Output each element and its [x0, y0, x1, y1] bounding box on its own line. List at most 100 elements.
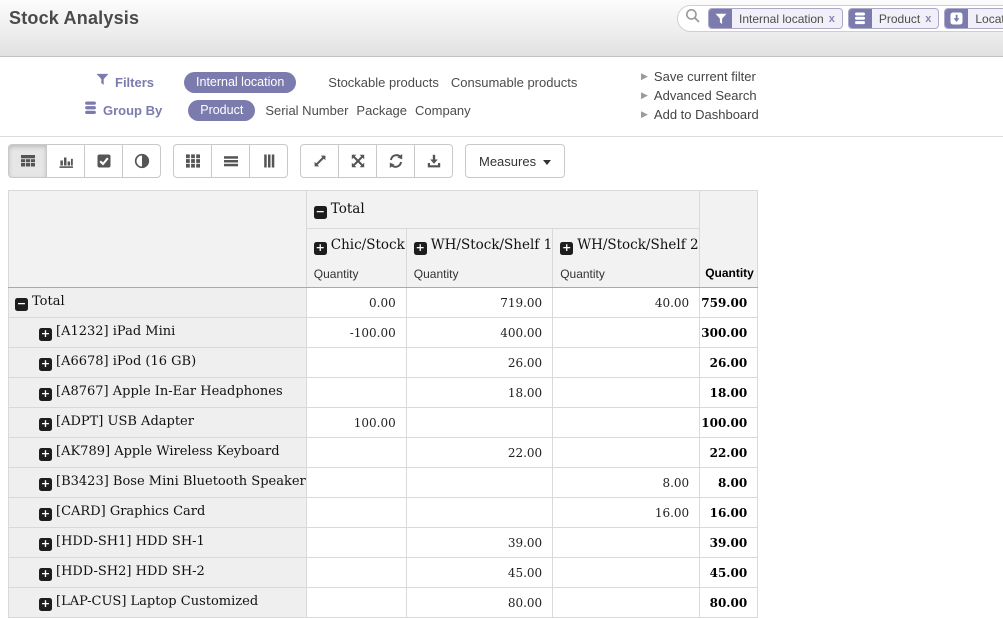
group-by-product[interactable]: Product: [188, 100, 255, 121]
expand-icon[interactable]: +: [414, 242, 427, 255]
search-facet-location[interactable]: Location x: [944, 8, 1003, 29]
pivot-col-group-total[interactable]: −Total: [306, 191, 699, 229]
pivot-cell: [306, 588, 406, 618]
expand-all-button[interactable]: [300, 144, 339, 178]
expand-icon[interactable]: +: [560, 242, 573, 255]
measure-header[interactable]: Quantity: [406, 262, 552, 288]
save-current-filter[interactable]: ▶ Save current filter: [641, 67, 759, 86]
measure-header[interactable]: Quantity: [553, 262, 700, 288]
vertical-bars-button[interactable]: [249, 144, 288, 178]
collapse-icon[interactable]: −: [15, 298, 28, 311]
pivot-row-header[interactable]: +[CARD] Graphics Card: [9, 498, 307, 528]
pivot-cell: [306, 468, 406, 498]
pivot-col-header-chic-stock[interactable]: +Chic/Stock: [306, 229, 406, 262]
pivot-cell: [553, 348, 700, 378]
pivot-cell: [553, 438, 700, 468]
column-group-icon: [945, 9, 968, 28]
expand-icon[interactable]: +: [39, 508, 52, 521]
measures-dropdown-button[interactable]: Measures: [465, 144, 565, 178]
expand-icon[interactable]: +: [39, 598, 52, 611]
refresh-button[interactable]: [376, 144, 415, 178]
download-button[interactable]: [414, 144, 453, 178]
pivot-table: −Total Quantity +Chic/Stock +WH/Stock/Sh…: [8, 190, 758, 618]
group-by-section-label: Group By: [103, 103, 162, 118]
pivot-row: +[CARD] Graphics Card 16.00 16.00: [9, 498, 758, 528]
grid-icon: [185, 153, 201, 169]
pivot-total-cell: 18.00: [700, 378, 758, 408]
bar-chart-view-button[interactable]: [46, 144, 85, 178]
expand-icon[interactable]: +: [39, 478, 52, 491]
add-to-dashboard[interactable]: ▶ Add to Dashboard: [641, 105, 759, 124]
horizontal-bars-button[interactable]: [211, 144, 250, 178]
expand-icon[interactable]: +: [39, 358, 52, 371]
advanced-search[interactable]: ▶ Advanced Search: [641, 86, 759, 105]
pivot-total-column-header[interactable]: Quantity: [700, 191, 758, 288]
pivot-row-header[interactable]: +[LAP-CUS] Laptop Customized: [9, 588, 307, 618]
pivot-row: +[HDD-SH1] HDD SH-1 39.00 39.00: [9, 528, 758, 558]
pivot-cell: [306, 438, 406, 468]
measure-header[interactable]: Quantity: [306, 262, 406, 288]
flip-axis-button[interactable]: [338, 144, 377, 178]
pivot-row-header[interactable]: +[HDD-SH1] HDD SH-1: [9, 528, 307, 558]
group-by-serial-number[interactable]: Serial Number: [265, 103, 348, 118]
pivot-row-header[interactable]: +[A8767] Apple In-Ear Headphones: [9, 378, 307, 408]
expand-icon[interactable]: +: [39, 568, 52, 581]
facet-remove-button[interactable]: x: [925, 13, 931, 25]
pivot-row-header[interactable]: +[HDD-SH2] HDD SH-2: [9, 558, 307, 588]
pivot-cell: [406, 408, 552, 438]
table-view-icon: [20, 153, 36, 169]
pivot-cell: 400.00: [406, 318, 552, 348]
filter-stockable-products[interactable]: Stockable products: [328, 75, 439, 90]
pivot-total-cell: 22.00: [700, 438, 758, 468]
adjust-contrast-button[interactable]: [122, 144, 161, 178]
expand-icon[interactable]: +: [39, 448, 52, 461]
expand-icon[interactable]: +: [39, 418, 52, 431]
pivot-total-cell: 759.00: [700, 288, 758, 318]
pivot-cell: [306, 378, 406, 408]
collapse-icon[interactable]: −: [314, 206, 327, 219]
expand-icon[interactable]: +: [39, 328, 52, 341]
search-facet-internal-location[interactable]: Internal location x: [708, 8, 843, 29]
pivot-cell: [306, 348, 406, 378]
filter-internal-location[interactable]: Internal location: [184, 72, 296, 93]
pivot-cell: [553, 408, 700, 438]
pivot-col-header-wh-stock-shelf-1[interactable]: +WH/Stock/Shelf 1: [406, 229, 552, 262]
expand-icon[interactable]: +: [39, 538, 52, 551]
pivot-toolbar: Measures: [8, 144, 565, 178]
facet-label: Location x: [968, 9, 1003, 28]
pivot-cell: 719.00: [406, 288, 552, 318]
facet-label: Product x: [872, 9, 938, 28]
group-by-company[interactable]: Company: [415, 103, 471, 118]
pivot-total-cell: 300.00: [700, 318, 758, 348]
pivot-row-header[interactable]: +[A1232] iPad Mini: [9, 318, 307, 348]
pivot-cell: 45.00: [406, 558, 552, 588]
search-bar[interactable]: Internal location x Product x Location x: [677, 5, 1003, 32]
table-view-button[interactable]: [8, 144, 47, 178]
filter-consumable-products[interactable]: Consumable products: [451, 75, 577, 90]
pivot-cell: [553, 558, 700, 588]
pivot-total-cell: 8.00: [700, 468, 758, 498]
pivot-cell: [406, 498, 552, 528]
pivot-row-header[interactable]: +[A6678] iPod (16 GB): [9, 348, 307, 378]
pivot-total-cell: 80.00: [700, 588, 758, 618]
pivot-cell: 26.00: [406, 348, 552, 378]
pivot-cell: 40.00: [553, 288, 700, 318]
pivot-col-header-wh-stock-shelf-2[interactable]: +WH/Stock/Shelf 2: [553, 229, 700, 262]
chevron-right-icon: ▶: [641, 71, 648, 82]
group-by-icon: [849, 9, 872, 28]
expand-icon[interactable]: +: [39, 388, 52, 401]
pivot-row-header[interactable]: +[ADPT] USB Adapter: [9, 408, 307, 438]
pivot-row-header[interactable]: −Total: [9, 288, 307, 318]
check-square-button[interactable]: [84, 144, 123, 178]
group-by-package[interactable]: Package: [356, 103, 407, 118]
pivot-row-header[interactable]: +[B3423] Bose Mini Bluetooth Speaker: [9, 468, 307, 498]
pivot-row-header[interactable]: +[AK789] Apple Wireless Keyboard: [9, 438, 307, 468]
search-facet-product[interactable]: Product x: [848, 8, 939, 29]
expand-icon[interactable]: +: [314, 242, 327, 255]
facet-remove-button[interactable]: x: [829, 13, 835, 25]
pivot-total-cell: 26.00: [700, 348, 758, 378]
chevron-right-icon: ▶: [641, 90, 648, 101]
grid-layout-button[interactable]: [173, 144, 212, 178]
pivot-cell: [553, 378, 700, 408]
measure-header-total[interactable]: Quantity: [705, 266, 754, 280]
